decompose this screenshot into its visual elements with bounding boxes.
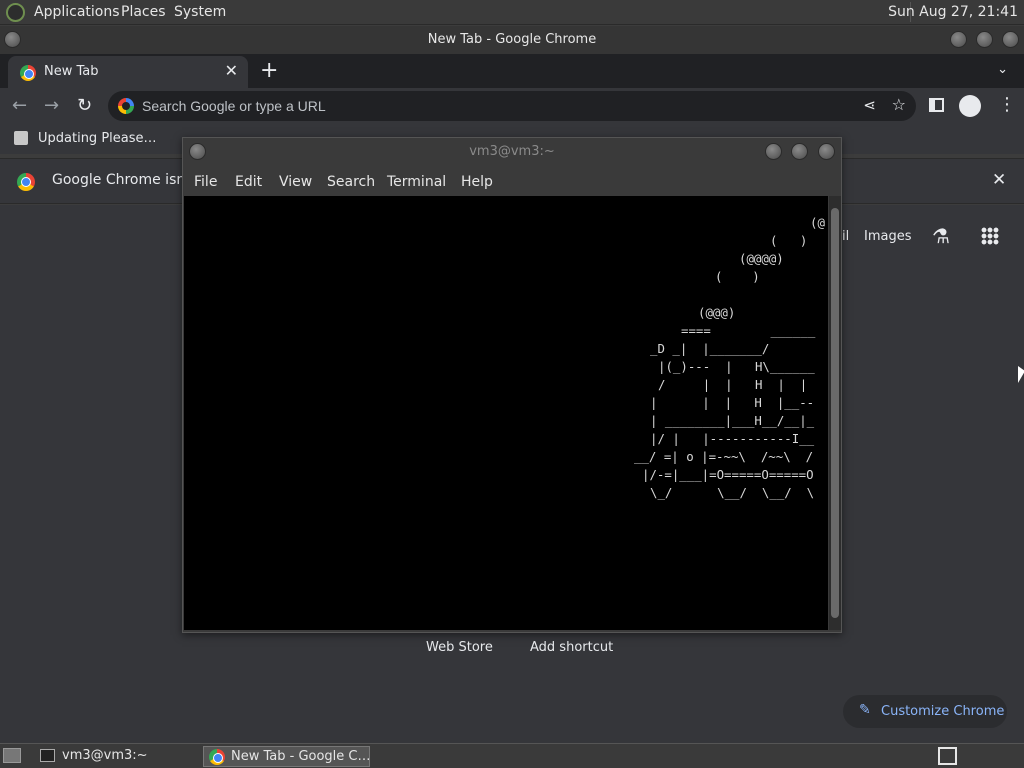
omnibox-input[interactable] [142, 91, 842, 121]
toolbar: ← → ↻ ⋖ ☆ ⋮ [0, 88, 1024, 124]
shortcut-web-store[interactable]: Web Store [426, 640, 493, 655]
ascii-line: | ________|___H__/__|_ [650, 413, 815, 428]
kebab-menu-icon[interactable]: ⋮ [998, 94, 1016, 115]
ascii-line: _D _| |_______/ [650, 341, 770, 356]
tab-new-tab[interactable]: New Tab ✕ [8, 56, 248, 88]
ascii-line: __/ =| o |=-~~\ /~~\ / [634, 449, 814, 464]
ascii-line: |/ | |-----------I__ [650, 431, 815, 446]
menu-search[interactable]: Search [327, 174, 375, 190]
new-tab-icon[interactable]: + [260, 58, 278, 83]
taskbar-item-label: vm3@vm3:~ [62, 748, 148, 763]
pencil-icon: ✎ [859, 702, 871, 718]
ascii-line: |(_)--- | H\______ [658, 359, 815, 374]
top-panel: Applications Places System Sun Aug 27, 2… [0, 0, 1024, 25]
ascii-line: \_/ \__/ \__/ \ [650, 485, 815, 500]
chrome-titlebar[interactable]: New Tab - Google Chrome [0, 26, 1024, 54]
workspace-switcher-icon[interactable] [938, 747, 957, 765]
tab-title: New Tab [44, 64, 99, 79]
ascii-line: | | | H |__-- [650, 395, 815, 410]
maximize-button[interactable] [976, 31, 993, 48]
side-panel-icon[interactable] [929, 98, 944, 112]
share-icon[interactable]: ⋖ [863, 96, 876, 114]
gmail-link[interactable]: il [842, 229, 849, 244]
ascii-line: (@@@@) [739, 251, 784, 266]
customize-chrome-button[interactable]: ✎ Customize Chrome [843, 695, 1007, 728]
terminal-screen[interactable]: (@ ( ) (@@@@) ( ) (@@@) ==== ______ _D _… [184, 196, 828, 630]
ascii-line: / | | H | | [658, 377, 808, 392]
scrollbar-thumb[interactable] [831, 208, 839, 618]
ascii-line: (@ [810, 215, 825, 230]
taskbar-item-label: New Tab - Google C… [231, 749, 371, 764]
back-icon[interactable]: ← [12, 95, 27, 116]
ascii-line: |/-=|___|=O=====O=====O [642, 467, 814, 482]
chrome-icon [209, 749, 225, 765]
reload-icon[interactable]: ↻ [77, 95, 92, 116]
tab-close-icon[interactable]: ✕ [225, 61, 238, 80]
taskbar-item-terminal[interactable]: vm3@vm3:~ [34, 746, 196, 767]
menu-places[interactable]: Places [121, 4, 166, 20]
menu-help[interactable]: Help [461, 174, 493, 190]
ascii-line: ( ) [715, 269, 760, 284]
close-button[interactable] [1002, 31, 1019, 48]
terminal-icon [40, 749, 55, 762]
terminal-scrollbar[interactable] [829, 196, 841, 630]
menu-edit[interactable]: Edit [235, 174, 262, 190]
customize-label: Customize Chrome [881, 704, 1005, 719]
window-title: New Tab - Google Chrome [427, 32, 597, 47]
ascii-line: ( ) [770, 233, 808, 248]
steam-locomotive-ascii: (@ ( ) (@@@@) ( ) (@@@) ==== ______ _D _… [184, 214, 828, 522]
ascii-line: ==== ______ [681, 323, 816, 338]
infobar-close-icon[interactable]: ✕ [992, 170, 1006, 190]
taskbar-item-chrome[interactable]: New Tab - Google C… [203, 746, 371, 767]
bookmark-star-icon[interactable]: ☆ [892, 95, 906, 114]
profile-avatar[interactable] [959, 95, 981, 117]
terminal-maximize-button[interactable] [791, 143, 808, 160]
ascii-line: (@@@) [698, 305, 736, 320]
omnibox[interactable]: ⋖ ☆ [108, 91, 916, 121]
terminal-title: vm3@vm3:~ [469, 144, 555, 159]
chrome-icon [17, 173, 35, 191]
menu-applications[interactable]: Applications [34, 4, 120, 20]
labs-flask-icon[interactable]: ⚗ [932, 224, 950, 248]
menu-view[interactable]: View [279, 174, 312, 190]
menu-system[interactable]: System [174, 4, 226, 20]
images-link[interactable]: Images [864, 229, 912, 244]
chrome-icon [20, 65, 36, 81]
terminal-close-button[interactable] [818, 143, 835, 160]
forward-icon[interactable]: → [44, 95, 59, 116]
menu-file[interactable]: File [194, 174, 217, 190]
mouse-cursor-icon [1018, 366, 1024, 383]
show-desktop-icon[interactable] [3, 748, 21, 763]
window-menu-icon[interactable] [4, 31, 21, 48]
terminal-minimize-button[interactable] [765, 143, 782, 160]
applications-icon[interactable] [6, 3, 25, 22]
tab-search-icon[interactable]: ⌄ [997, 62, 1008, 77]
bookmark-favicon-icon [14, 131, 28, 145]
minimize-button[interactable] [950, 31, 967, 48]
terminal-window-menu-icon[interactable] [189, 143, 206, 160]
menu-terminal[interactable]: Terminal [387, 174, 446, 190]
apps-grid-icon[interactable] [981, 227, 999, 245]
bookmark-item[interactable]: Updating Please… [38, 131, 157, 146]
terminal-titlebar[interactable]: vm3@vm3:~ [183, 138, 841, 166]
clock[interactable]: Sun Aug 27, 21:41 [888, 4, 1018, 20]
terminal-menubar: File Edit View Search Terminal Help [183, 168, 841, 196]
taskbar: vm3@vm3:~ New Tab - Google C… [0, 743, 1024, 768]
terminal-window[interactable]: vm3@vm3:~ File Edit View Search Terminal… [182, 137, 842, 633]
google-icon [118, 98, 134, 114]
shortcut-add[interactable]: Add shortcut [530, 640, 613, 655]
tab-bar: New Tab ✕ + ⌄ [0, 54, 1024, 88]
